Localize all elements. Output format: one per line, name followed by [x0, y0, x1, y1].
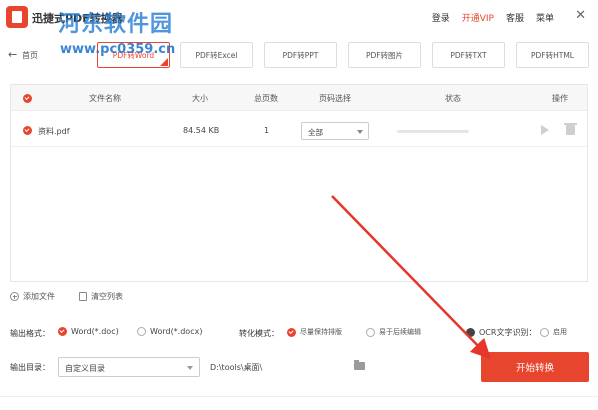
clear-list-icon: [79, 292, 87, 301]
tab-pdf-to-txt[interactable]: PDF转TXT: [432, 42, 505, 68]
radio-unchecked-icon: [540, 327, 549, 337]
login-link[interactable]: 登录: [432, 11, 450, 24]
chevron-down-icon: [187, 366, 193, 370]
output-dir-select[interactable]: 自定义目录: [58, 357, 200, 377]
tab-pdf-to-html[interactable]: PDF转HTML: [516, 42, 589, 68]
ocr-option[interactable]: OCR文字识别：: [466, 327, 536, 338]
select-all-checkbox[interactable]: [23, 94, 32, 103]
tab-pdf-to-ppt[interactable]: PDF转PPT: [264, 42, 337, 68]
row-progress-bar: [397, 130, 469, 133]
radio-checked-icon: [287, 327, 296, 337]
header-status: 状态: [445, 94, 461, 103]
add-file-button[interactable]: 添加文件: [10, 291, 55, 302]
mode-keep-layout-radio[interactable]: 尽量保持排版: [287, 327, 342, 337]
watermark-text: 河东软件园: [58, 11, 174, 37]
output-format-label: 输出格式：: [10, 329, 50, 338]
header-page-select: 页码选择: [319, 94, 351, 103]
clear-list-button[interactable]: 清空列表: [79, 291, 123, 302]
format-docx-radio[interactable]: Word(*.docx): [137, 327, 202, 336]
mode-keep-layout-label: 尽量保持排版: [300, 328, 342, 336]
row-size: 84.54 KB: [183, 126, 220, 135]
format-doc-label: Word(*.doc): [71, 327, 119, 336]
radio-dark-icon: [466, 328, 475, 337]
ocr-enable-radio[interactable]: 启用: [540, 327, 567, 337]
tab-pdf-to-excel[interactable]: PDF转Excel: [180, 42, 253, 68]
row-page-select-value: 全部: [308, 128, 323, 137]
watermark-url: www.pc0359.cn: [60, 42, 176, 57]
table-row: 资料.pdf 84.54 KB 1 全部: [11, 115, 587, 147]
convert-mode-label: 转化模式：: [239, 329, 279, 338]
row-checkbox[interactable]: [23, 126, 32, 135]
folder-icon[interactable]: [354, 360, 365, 370]
file-table: 文件名称 大小 总页数 页码选择 状态 操作 资料.pdf 84.54 KB 1…: [10, 84, 588, 282]
play-icon[interactable]: [541, 125, 549, 135]
title-bar: 迅捷式PDF转换器 河东软件园 登录 开通VIP 客服 菜单 ✕: [0, 0, 598, 37]
service-link[interactable]: 客服: [506, 11, 524, 24]
mode-easy-edit-label: 易于后续编辑: [379, 328, 421, 336]
header-action: 操作: [552, 94, 568, 103]
radio-unchecked-icon: [366, 327, 375, 337]
start-convert-button[interactable]: 开始转换: [481, 352, 589, 382]
output-dir-label: 输出目录：: [10, 363, 50, 372]
radio-unchecked-icon: [137, 327, 146, 336]
app-logo-icon: [6, 6, 28, 28]
close-icon[interactable]: ✕: [575, 8, 586, 23]
output-dir-select-value: 自定义目录: [65, 364, 105, 373]
trash-icon[interactable]: [564, 123, 577, 135]
clear-list-label: 清空列表: [91, 292, 123, 301]
row-pages: 1: [264, 126, 270, 135]
chevron-down-icon: [357, 130, 363, 134]
mode-easy-edit-radio[interactable]: 易于后续编辑: [366, 327, 421, 337]
header-size: 大小: [192, 94, 208, 103]
top-nav: 登录 开通VIP 客服 菜单: [432, 11, 554, 24]
format-docx-label: Word(*.docx): [150, 327, 203, 336]
radio-checked-icon: [58, 327, 67, 336]
add-circle-icon: [10, 292, 19, 301]
vip-link[interactable]: 开通VIP: [462, 11, 494, 24]
header-filename: 文件名称: [89, 94, 121, 103]
header-pages: 总页数: [254, 94, 278, 103]
add-file-label: 添加文件: [23, 292, 55, 301]
menu-link[interactable]: 菜单: [536, 11, 554, 24]
row-page-select[interactable]: 全部: [301, 122, 369, 140]
home-link[interactable]: 首页: [22, 50, 38, 61]
tab-pdf-to-image[interactable]: PDF转图片: [348, 42, 421, 68]
row-filename: 资料.pdf: [38, 127, 70, 136]
table-header: 文件名称 大小 总页数 页码选择 状态 操作: [11, 85, 587, 111]
format-doc-radio[interactable]: Word(*.doc): [58, 327, 119, 336]
ocr-label: OCR文字识别：: [479, 328, 537, 337]
back-arrow-icon[interactable]: ←: [8, 48, 17, 61]
output-path: D:\tools\桌面\: [210, 363, 263, 372]
bottom-divider: [0, 396, 598, 397]
ocr-enable-label: 启用: [553, 328, 567, 336]
